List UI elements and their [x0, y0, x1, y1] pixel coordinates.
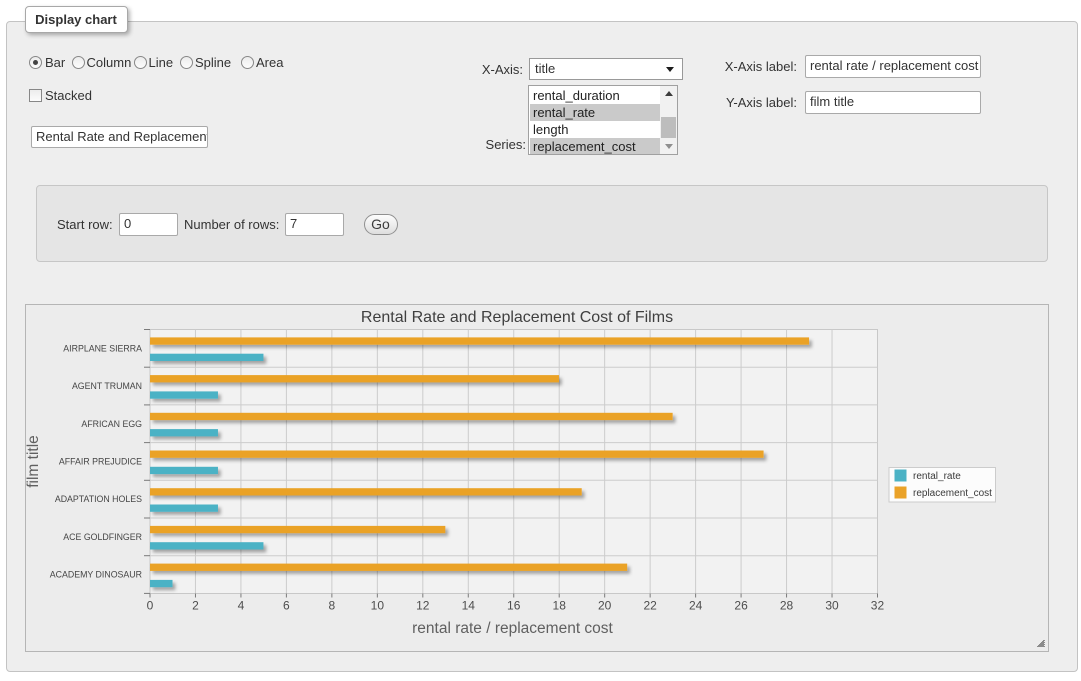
svg-text:2: 2	[192, 599, 199, 613]
svg-text:14: 14	[461, 599, 475, 613]
svg-text:AGENT TRUMAN: AGENT TRUMAN	[71, 381, 141, 391]
svg-text:4: 4	[237, 599, 244, 613]
svg-text:24: 24	[688, 599, 702, 613]
svg-text:20: 20	[598, 599, 612, 613]
svg-text:10: 10	[370, 599, 384, 613]
svg-text:8: 8	[328, 599, 335, 613]
svg-text:rental_rate: rental_rate	[913, 471, 961, 482]
svg-text:0: 0	[146, 599, 153, 613]
svg-text:32: 32	[870, 599, 884, 613]
svg-text:replacement_cost: replacement_cost	[913, 488, 992, 499]
svg-text:12: 12	[416, 599, 430, 613]
svg-text:film title: film title	[26, 435, 42, 488]
svg-text:AFRICAN EGG: AFRICAN EGG	[81, 419, 142, 429]
svg-text:30: 30	[825, 599, 839, 613]
svg-text:18: 18	[552, 599, 566, 613]
svg-text:ACADEMY DINOSAUR: ACADEMY DINOSAUR	[49, 570, 141, 580]
svg-text:AFFAIR PREJUDICE: AFFAIR PREJUDICE	[58, 456, 141, 466]
svg-text:ACE GOLDFINGER: ACE GOLDFINGER	[63, 532, 142, 542]
svg-text:16: 16	[507, 599, 521, 613]
svg-text:26: 26	[734, 599, 748, 613]
svg-text:28: 28	[779, 599, 793, 613]
svg-text:ADAPTATION HOLES: ADAPTATION HOLES	[54, 494, 141, 504]
svg-text:6: 6	[283, 599, 290, 613]
svg-text:rental rate / replacement cost: rental rate / replacement cost	[412, 620, 613, 637]
svg-text:AIRPLANE SIERRA: AIRPLANE SIERRA	[63, 343, 142, 353]
svg-text:Rental Rate and Replacement Co: Rental Rate and Replacement Cost of Film…	[360, 309, 672, 326]
svg-text:22: 22	[643, 599, 657, 613]
